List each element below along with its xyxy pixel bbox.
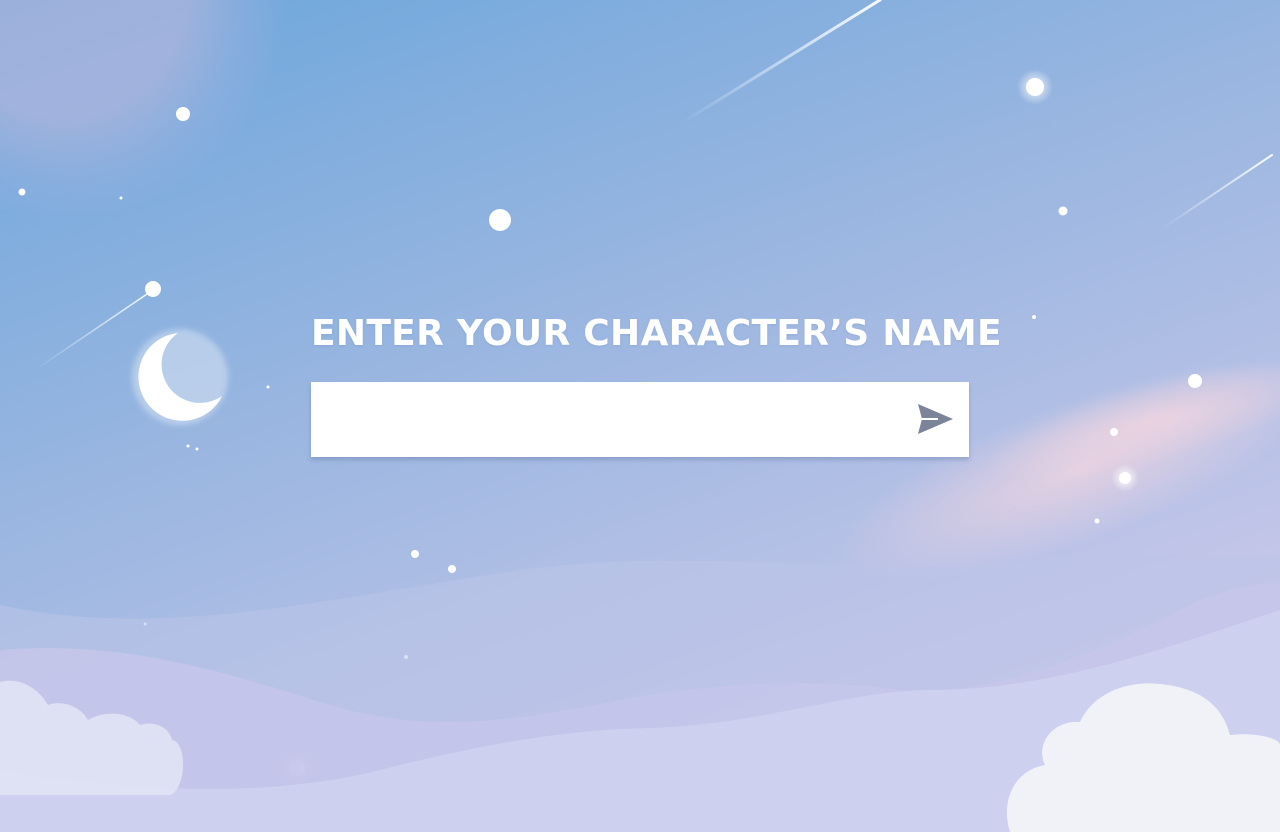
- submit-name-button[interactable]: [891, 382, 969, 457]
- character-name-form: [311, 382, 969, 457]
- prompt-title: ENTER YOUR CHARACTER’S NAME: [311, 313, 1002, 354]
- send-icon: [918, 404, 953, 434]
- moon-icon: [132, 329, 228, 425]
- character-name-input[interactable]: [311, 382, 891, 457]
